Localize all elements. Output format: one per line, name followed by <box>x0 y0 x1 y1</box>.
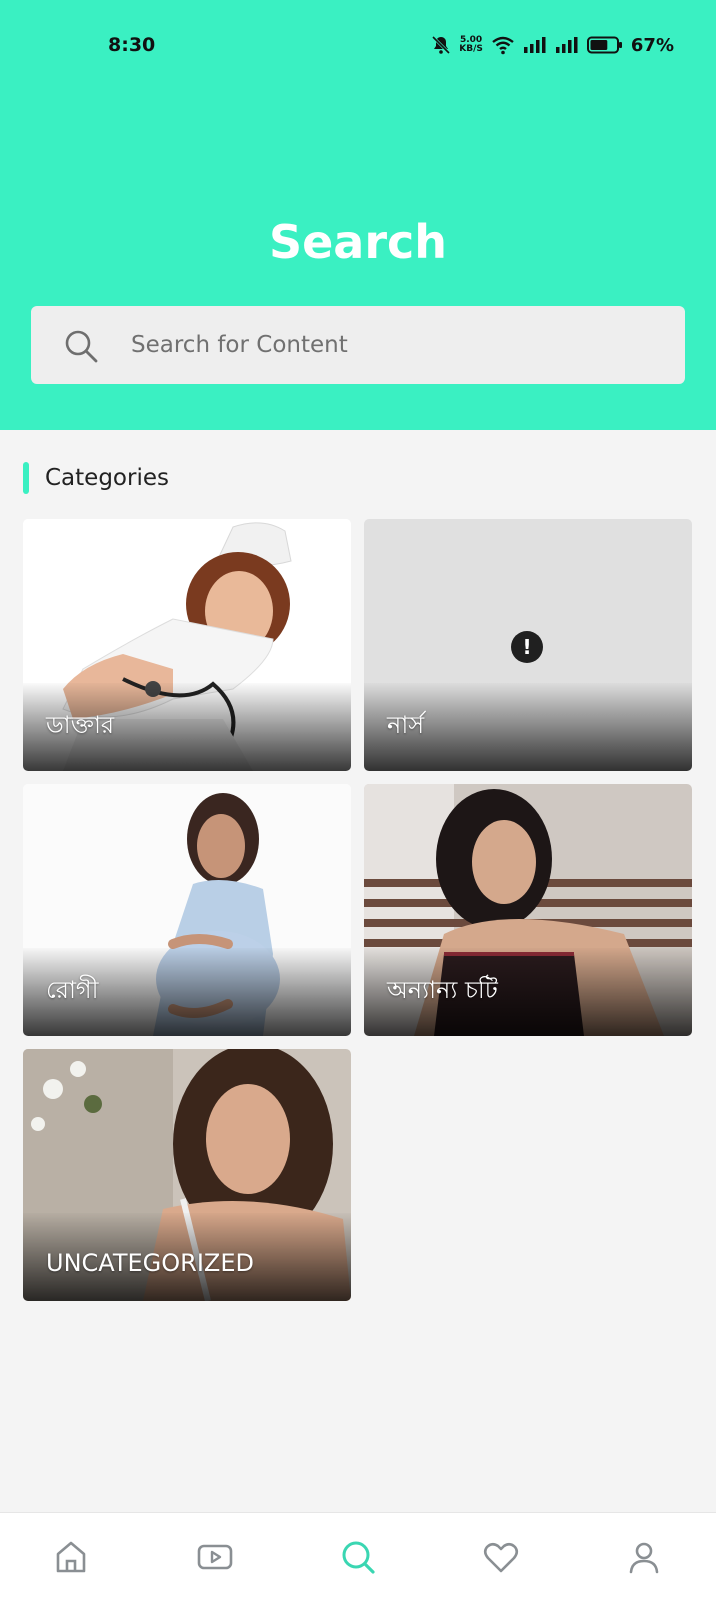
category-card-uncategorized[interactable]: UNCATEGORIZED <box>23 1049 351 1301</box>
search-icon <box>65 330 98 363</box>
section-title: Categories <box>45 465 169 491</box>
search-input[interactable] <box>131 306 661 384</box>
category-card-other-stories[interactable]: অন্যান্য চটি <box>364 784 692 1036</box>
categories-heading: Categories <box>23 462 169 494</box>
bottom-navigation <box>0 1512 716 1600</box>
category-label: UNCATEGORIZED <box>46 1249 254 1277</box>
nav-search[interactable] <box>338 1537 378 1577</box>
category-card-patient[interactable]: রোগী <box>23 784 351 1036</box>
category-label: অন্যান্য চটি <box>387 976 498 1004</box>
category-label: রোগী <box>46 976 99 1004</box>
nav-videos[interactable] <box>195 1537 235 1577</box>
signal-icon <box>523 37 546 53</box>
wifi-icon <box>492 36 514 55</box>
battery-percentage: 67% <box>630 34 674 56</box>
status-time: 8:30 <box>108 34 156 56</box>
heart-icon <box>483 1542 519 1573</box>
nav-home[interactable] <box>51 1537 91 1577</box>
page-title: Search <box>268 215 448 269</box>
status-icons: 5.00 KB/S 67% <box>431 32 674 58</box>
network-speed-unit: KB/S <box>459 44 483 54</box>
search-icon <box>342 1541 375 1574</box>
search-header: 8:30 5.00 KB/S 67% Search Search for Con… <box>0 0 716 430</box>
search-bar[interactable] <box>31 306 685 384</box>
image-error-icon: ! <box>511 631 543 663</box>
section-accent-bar <box>23 462 29 494</box>
category-label: ডাক্তার <box>46 711 115 739</box>
mute-bell-icon <box>432 35 451 55</box>
nav-favorites[interactable] <box>481 1537 521 1577</box>
video-icon <box>197 1544 233 1570</box>
signal-icon-2 <box>555 37 578 53</box>
category-card-doctor[interactable]: ডাক্তার <box>23 519 351 771</box>
category-label: নার্স <box>387 711 425 739</box>
home-icon <box>56 1541 86 1573</box>
nav-profile[interactable] <box>624 1537 664 1577</box>
battery-icon <box>586 36 622 54</box>
status-bar: 8:30 5.00 KB/S 67% <box>0 0 716 90</box>
network-speed: 5.00 KB/S <box>459 36 483 54</box>
user-icon <box>629 1542 659 1574</box>
category-card-nurse[interactable]: ! নার্স <box>364 519 692 771</box>
